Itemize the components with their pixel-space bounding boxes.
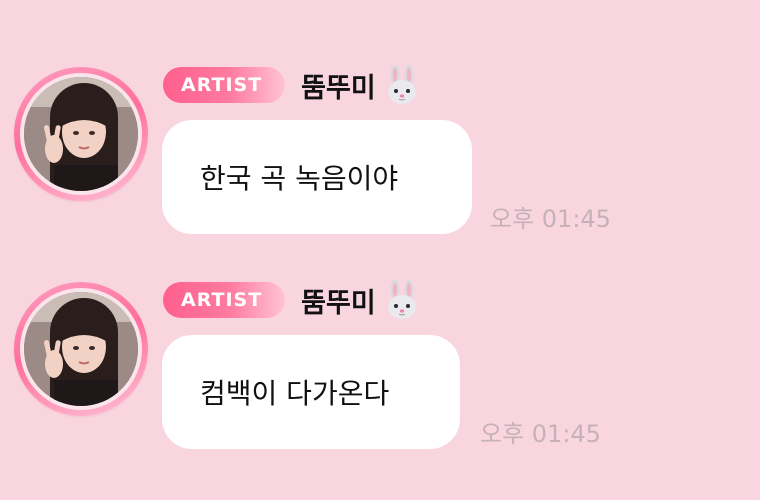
message-timestamp: 오후 01:45 — [480, 420, 601, 448]
avatar-ring — [14, 282, 148, 416]
chat-message: ARTIST 뚬뚜미 한국 곡 녹음이야 오후 01:45 — [0, 65, 760, 267]
avatar-photo — [24, 292, 138, 406]
rabbit-face-icon — [382, 65, 422, 105]
message-bubble[interactable]: 한국 곡 녹음이야 — [162, 120, 472, 234]
message-text: 컴백이 다가온다 — [200, 377, 390, 410]
artist-badge: ARTIST — [163, 282, 286, 318]
avatar-ring — [14, 67, 148, 201]
chat-thread: ARTIST 뚬뚜미 한국 곡 녹음이야 오후 01:45 ARTIST 뚬뚜미… — [0, 0, 760, 500]
artist-badge: ARTIST — [163, 67, 286, 103]
avatar[interactable] — [24, 292, 138, 406]
message-header: ARTIST 뚬뚜미 — [163, 65, 422, 105]
message-text: 한국 곡 녹음이야 — [200, 162, 399, 195]
message-bubble[interactable]: 컴백이 다가온다 — [162, 335, 460, 449]
rabbit-face-icon — [382, 280, 422, 320]
message-header: ARTIST 뚬뚜미 — [163, 280, 422, 320]
avatar[interactable] — [24, 77, 138, 191]
message-timestamp: 오후 01:45 — [490, 205, 611, 233]
sender-name[interactable]: 뚬뚜미 — [301, 66, 376, 105]
chat-message: ARTIST 뚬뚜미 컴백이 다가온다 오후 01:45 — [0, 280, 760, 482]
avatar-photo — [24, 77, 138, 191]
sender-name[interactable]: 뚬뚜미 — [301, 281, 376, 320]
